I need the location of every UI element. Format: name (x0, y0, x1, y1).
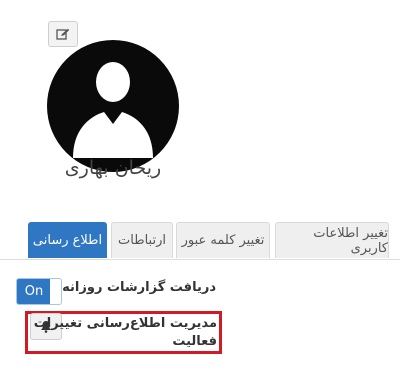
daily-reports-label: دریافت گزارشات روزانه (62, 280, 216, 295)
tab-notifications[interactable]: اطلاع رسانی (28, 222, 107, 258)
toggle-on-label: On (17, 279, 51, 304)
toggle-knob (50, 279, 61, 304)
user-name: ریحان بهاری (64, 157, 162, 179)
tabs-divider (0, 259, 400, 260)
tab-label: ارتباطات (118, 233, 166, 248)
tab-edit-user-info[interactable]: تغییر اطلاعات کاربری (275, 222, 389, 258)
daily-reports-toggle[interactable]: On (16, 278, 62, 305)
pencil-edit-icon (56, 28, 70, 40)
avatar (47, 40, 179, 172)
tab-label: تغییر کلمه عبور (181, 233, 265, 248)
edit-profile-button[interactable] (48, 21, 78, 47)
tab-label: اطلاع رسانی (32, 233, 103, 248)
activity-notifications-label-line2: فعالیت (172, 334, 217, 349)
tab-connections[interactable]: ارتباطات (111, 222, 173, 258)
tab-label: تغییر اطلاعات کاربری (313, 225, 388, 256)
tab-change-password[interactable]: تغییر کلمه عبور (176, 222, 270, 258)
activity-notifications-label-line1: مدیریت اطلاع‌رسانی تغییرات (33, 316, 217, 331)
user-silhouette-icon (73, 62, 153, 158)
